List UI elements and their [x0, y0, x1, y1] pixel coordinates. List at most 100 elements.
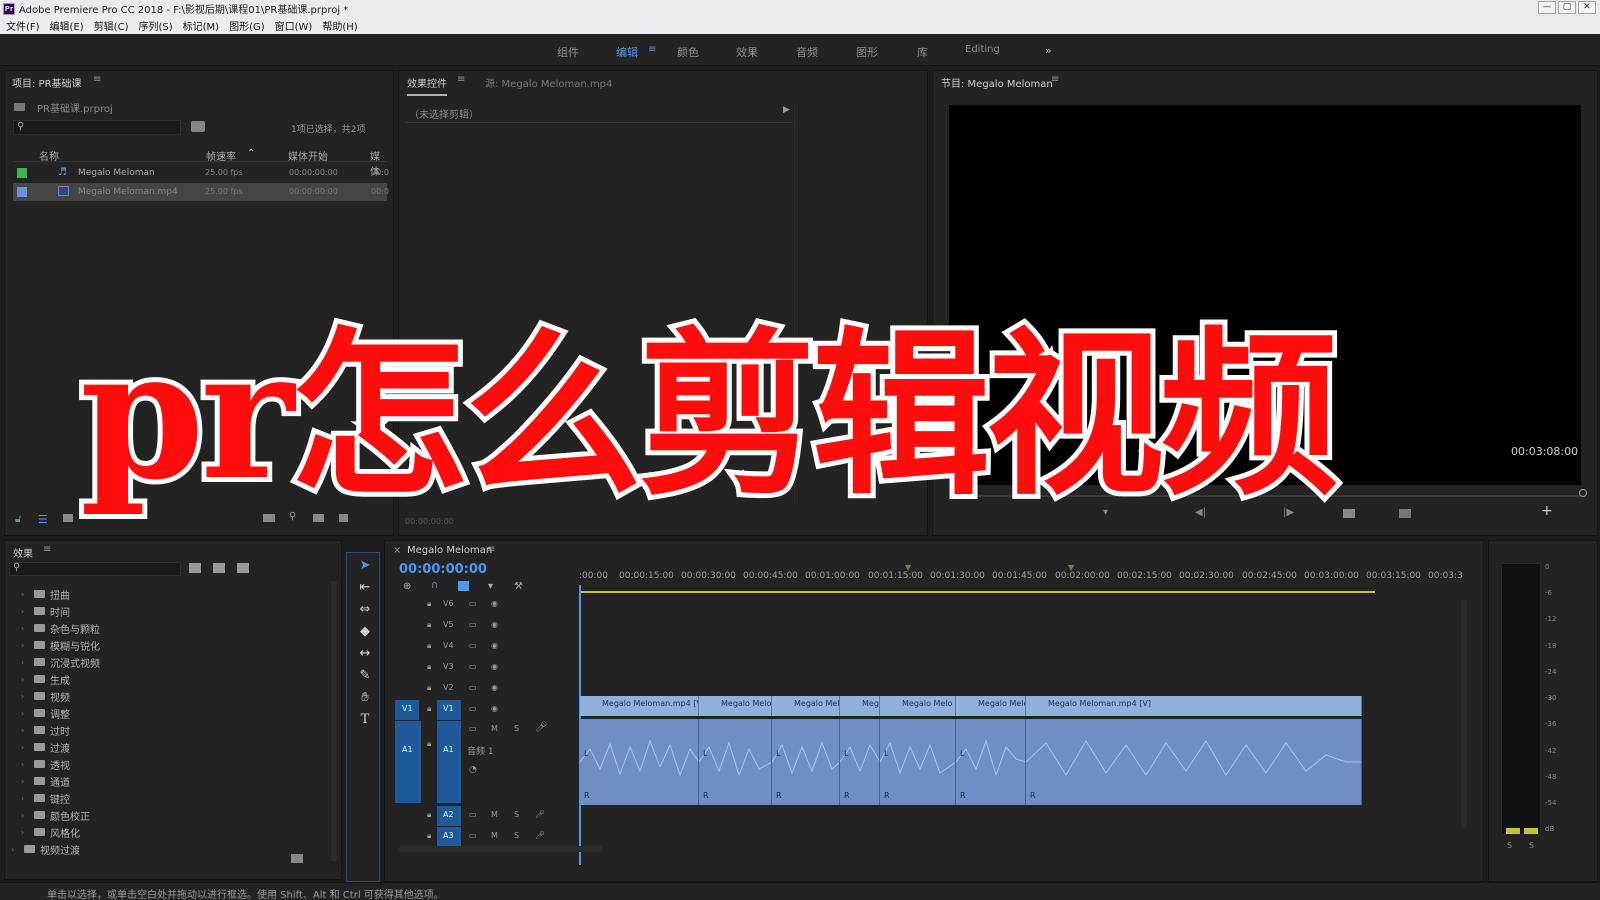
mute-button[interactable]: M	[491, 810, 498, 819]
effects-folder[interactable]: › 颜色校正	[21, 808, 90, 823]
track-label[interactable]: A2	[437, 806, 461, 826]
video-clip[interactable]: Meg	[840, 696, 880, 716]
effects-folder[interactable]: › 时间	[21, 604, 70, 619]
bin-icon[interactable]	[191, 121, 205, 132]
program-monitor-title[interactable]: 节目: Megalo Meloman	[941, 75, 1053, 90]
effects-folder[interactable]: › 透视	[21, 757, 70, 772]
track-label[interactable]: A3	[437, 827, 461, 847]
close-button[interactable]: ✕	[1578, 1, 1596, 14]
video-clip[interactable]: Megalo Meloman.mp4 [V]	[1026, 696, 1362, 716]
sync-lock-icon[interactable]: ▭	[469, 683, 477, 692]
lock-icon[interactable]: 🔒︎	[427, 683, 431, 693]
sync-lock-icon[interactable]: ▭	[469, 724, 477, 733]
minimize-button[interactable]: —	[1538, 1, 1556, 14]
mic-icon[interactable]: 🎤︎	[535, 722, 548, 733]
zoom-handle-icon[interactable]	[1579, 489, 1587, 497]
source-patch-v1[interactable]: V1	[395, 700, 419, 720]
eye-icon[interactable]: ◉	[491, 599, 498, 608]
project-search-input[interactable]: ⚲	[13, 120, 181, 135]
snap-icon[interactable]: ∩	[431, 580, 438, 591]
project-row-selected[interactable]: Megalo Meloman.mp4 25.00 fps 00:00:00:00…	[13, 183, 389, 201]
menu-file[interactable]: 文件(F)	[6, 18, 40, 33]
video-clip[interactable]: Megalo Melo	[880, 696, 956, 716]
effects-folder[interactable]: › 视频	[21, 689, 70, 704]
play-arrow-icon[interactable]: ▶	[783, 105, 790, 115]
menu-window[interactable]: 窗口(W)	[275, 18, 313, 33]
maximize-button[interactable]: ▢	[1558, 1, 1576, 14]
lock-icon[interactable]: 🔒︎	[427, 704, 431, 714]
selection-tool-icon[interactable]: ➤	[356, 557, 374, 575]
effects-scrollbar[interactable]	[331, 581, 337, 861]
solo-left-button[interactable]: S	[1507, 841, 1512, 850]
track-select-tool-icon[interactable]: ⇤	[356, 579, 374, 597]
menu-markers[interactable]: 标记(M)	[183, 18, 219, 33]
effects-folder[interactable]: › 过渡	[21, 740, 70, 755]
nest-icon[interactable]: ⊕	[403, 581, 411, 592]
icon-view-icon[interactable]	[63, 514, 73, 522]
timeline-vertical-scrollbar[interactable]	[1461, 599, 1467, 829]
source-tab[interactable]: 源: Megalo Meloman.mp4	[485, 75, 612, 90]
work-area-bar[interactable]	[579, 591, 1375, 593]
effects-folder[interactable]: › 通道	[21, 774, 70, 789]
sequence-tab[interactable]: Megalo Meloman	[407, 545, 492, 556]
effects-folder[interactable]: › 沉浸式视频	[21, 655, 100, 670]
new-custom-bin-icon[interactable]	[291, 854, 303, 863]
accelerated-effects-icon[interactable]	[189, 563, 201, 573]
yuv-effects-icon[interactable]	[237, 563, 249, 573]
sync-lock-icon[interactable]: ▭	[469, 704, 477, 713]
lock-icon[interactable]: 🔒︎	[427, 831, 431, 841]
effects-folder[interactable]: › 模糊与锐化	[21, 638, 100, 653]
close-sequence-icon[interactable]: ×	[393, 545, 401, 556]
video-clip[interactable]: Megalo Melom	[699, 696, 772, 716]
solo-right-button[interactable]: S	[1529, 841, 1534, 850]
slip-tool-icon[interactable]: ↔	[356, 645, 374, 663]
audio-clip[interactable]: L R	[772, 719, 840, 805]
effects-folder[interactable]: › 键控	[21, 791, 70, 806]
volume-knob-icon[interactable]: ◔	[469, 765, 477, 775]
workspace-editing[interactable]: 编辑	[616, 44, 638, 60]
effects-folder[interactable]: › 扭曲	[21, 587, 70, 602]
effects-folder[interactable]: › 视频过渡	[11, 842, 80, 857]
timeline-zoom-scrollbar[interactable]	[399, 846, 603, 852]
track-label[interactable]: A1	[437, 721, 461, 803]
menu-edit[interactable]: 编辑(E)	[50, 18, 84, 33]
lock-icon[interactable]: 🔒︎	[427, 810, 431, 820]
eye-icon[interactable]: ◉	[491, 704, 498, 713]
button-editor-icon[interactable]: +	[1541, 503, 1553, 519]
panel-menu-icon[interactable]: ≡	[43, 544, 51, 555]
time-ruler[interactable]: :00:00 00:00:15:00 00:00:30:00 00:00:45:…	[579, 563, 1463, 597]
panel-menu-icon[interactable]: ≡	[487, 544, 495, 555]
lock-icon[interactable]: 🔓︎	[15, 514, 21, 525]
effects-folder[interactable]: › 风格化	[21, 825, 80, 840]
panel-menu-icon[interactable]: ≡	[93, 74, 101, 85]
menu-graphics[interactable]: 图形(G)	[229, 18, 265, 33]
hand-tool-icon[interactable]: ✋︎	[356, 689, 374, 707]
panel-menu-icon[interactable]: ≡	[457, 74, 465, 85]
effects-folder[interactable]: › 过时	[21, 723, 70, 738]
sync-lock-icon[interactable]: ▭	[469, 641, 477, 650]
workspace-effects[interactable]: 效果	[736, 44, 758, 60]
lock-icon[interactable]: 🔒︎	[427, 620, 431, 630]
eye-icon[interactable]: ◉	[491, 641, 498, 650]
pen-tool-icon[interactable]: ✎	[356, 667, 374, 685]
effects-folder[interactable]: › 杂色与颗粒	[21, 621, 100, 636]
workspace-editing-en[interactable]: Editing	[965, 44, 1000, 55]
workspace-libraries[interactable]: 库	[917, 44, 928, 60]
track-label[interactable]: V1	[437, 700, 461, 720]
workspace-menu-icon[interactable]: ≡	[648, 44, 656, 55]
project-panel-title[interactable]: 项目: PR基础课	[12, 75, 82, 90]
workspace-graphics[interactable]: 图形	[856, 44, 878, 60]
lock-icon[interactable]: 🔒︎	[427, 599, 431, 609]
list-view-icon[interactable]: ☰	[38, 513, 48, 526]
eye-icon[interactable]: ◉	[491, 620, 498, 629]
audio-clip[interactable]: L R	[956, 719, 1026, 805]
panel-menu-icon[interactable]: ≡	[1051, 74, 1059, 85]
video-clip[interactable]: Megalo Melo	[772, 696, 840, 716]
col-fps[interactable]: 帧速率	[206, 148, 236, 163]
col-media-start[interactable]: 媒体开始	[288, 148, 328, 163]
col-name[interactable]: 名称	[39, 148, 59, 163]
audio-clip[interactable]: L R	[880, 719, 956, 805]
wrench-icon[interactable]: ⚒	[514, 581, 523, 592]
sync-lock-icon[interactable]: ▭	[469, 831, 477, 840]
add-marker-icon[interactable]: ▾	[488, 581, 493, 592]
